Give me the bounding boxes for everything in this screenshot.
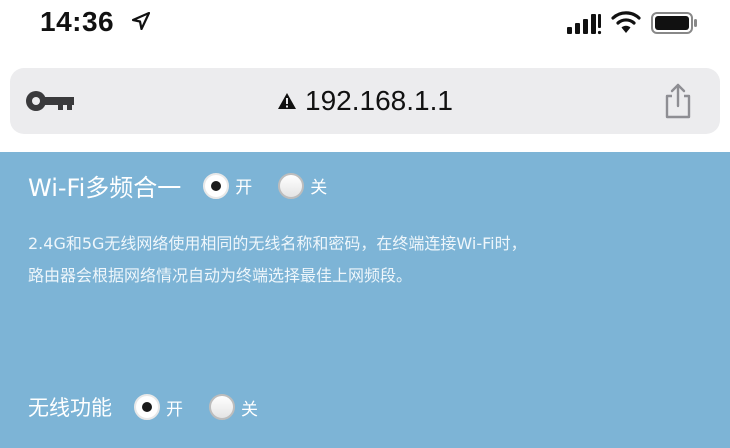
location-arrow-icon bbox=[132, 12, 150, 30]
description-line-2: 路由器会根据网络情况自动为终端选择最佳上网频段。 bbox=[28, 266, 413, 285]
address-field[interactable]: 192.168.1.1 bbox=[10, 68, 720, 134]
wifi-merge-off-label[interactable]: 关 bbox=[310, 173, 327, 198]
wireless-label: 无线功能 bbox=[28, 396, 112, 420]
wifi-merge-row: Wi-Fi多频合一 开 关 bbox=[28, 168, 327, 203]
url-text: 192.168.1.1 bbox=[305, 85, 453, 116]
wireless-off-radio[interactable] bbox=[209, 394, 235, 420]
wifi-merge-on-label[interactable]: 开 bbox=[235, 173, 252, 198]
wifi-merge-description: 2.4G和5G无线网络使用相同的无线名称和密码，在终端连接Wi-Fi时， 路由器… bbox=[28, 228, 708, 292]
wireless-row: 无线功能 开 关 bbox=[28, 392, 258, 422]
wireless-off-label[interactable]: 关 bbox=[241, 395, 258, 420]
wireless-on-radio[interactable] bbox=[134, 394, 160, 420]
address-bar[interactable]: 192.168.1.1 bbox=[10, 68, 720, 134]
battery-icon bbox=[651, 12, 697, 34]
status-time: 14:36 bbox=[40, 6, 115, 37]
description-line-1: 2.4G和5G无线网络使用相同的无线名称和密码，在终端连接Wi-Fi时， bbox=[28, 234, 527, 253]
cellular-signal-icon bbox=[567, 14, 602, 35]
warning-icon bbox=[278, 93, 297, 109]
wifi-merge-label: Wi-Fi多频合一 bbox=[28, 174, 182, 202]
share-icon[interactable] bbox=[662, 82, 694, 120]
status-bar: 14:36 bbox=[0, 0, 730, 50]
wifi-merge-on-radio[interactable] bbox=[203, 172, 230, 199]
wireless-on-label[interactable]: 开 bbox=[166, 395, 183, 420]
wifi-merge-off-radio[interactable] bbox=[278, 172, 305, 199]
wifi-icon bbox=[611, 11, 641, 33]
